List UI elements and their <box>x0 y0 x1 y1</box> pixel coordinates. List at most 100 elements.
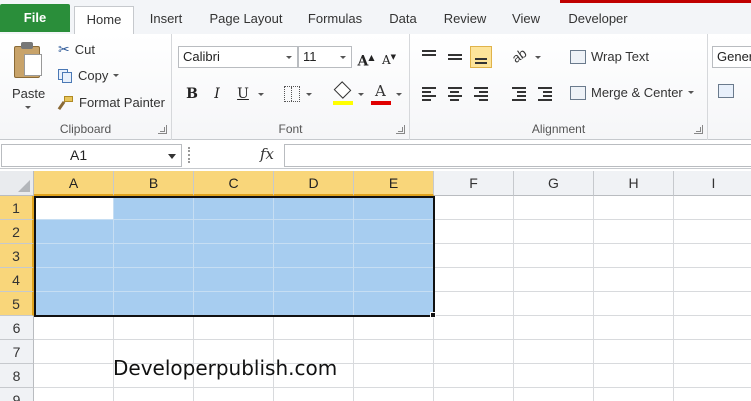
cell-g6[interactable] <box>514 316 594 340</box>
cell-f5[interactable] <box>434 292 514 316</box>
cell-c6[interactable] <box>194 316 274 340</box>
column-header-a[interactable]: A <box>34 171 114 196</box>
cell-f3[interactable] <box>434 244 514 268</box>
cell-h6[interactable] <box>594 316 674 340</box>
font-size-select[interactable]: 11 <box>298 46 352 68</box>
cell-g8[interactable] <box>514 364 594 388</box>
clipboard-dialog-launcher-icon[interactable] <box>158 125 167 134</box>
cell-f1[interactable] <box>434 196 514 220</box>
column-header-b[interactable]: B <box>114 171 194 196</box>
cell-f7[interactable] <box>434 340 514 364</box>
cell-d9[interactable] <box>274 388 354 401</box>
cell-h5[interactable] <box>594 292 674 316</box>
row-header-7[interactable]: 7 <box>0 340 34 364</box>
row-header-1[interactable]: 1 <box>0 196 34 220</box>
tab-view[interactable]: View <box>504 6 548 35</box>
cell-e3[interactable] <box>354 244 434 268</box>
cell-a5[interactable] <box>34 292 114 316</box>
accounting-format-button[interactable] <box>718 84 734 98</box>
format-painter-button[interactable]: Format Painter <box>57 95 165 110</box>
cell-e7[interactable] <box>354 340 434 364</box>
cell-b1[interactable] <box>114 196 194 220</box>
italic-button[interactable]: I <box>206 83 228 105</box>
row-header-4[interactable]: 4 <box>0 268 34 292</box>
cell-i3[interactable] <box>674 244 751 268</box>
cell-f9[interactable] <box>434 388 514 401</box>
cell-a7[interactable] <box>34 340 114 364</box>
cell-i9[interactable] <box>674 388 751 401</box>
bottom-align-button[interactable] <box>470 46 492 68</box>
cell-b2[interactable] <box>114 220 194 244</box>
tab-home[interactable]: Home <box>74 6 134 36</box>
row-header-9[interactable]: 9 <box>0 388 34 401</box>
shrink-font-button[interactable]: A▼ <box>378 46 400 68</box>
cell-g3[interactable] <box>514 244 594 268</box>
cell-f2[interactable] <box>434 220 514 244</box>
cell-c4[interactable] <box>194 268 274 292</box>
font-dialog-launcher-icon[interactable] <box>396 125 405 134</box>
cell-d6[interactable] <box>274 316 354 340</box>
tab-page-layout[interactable]: Page Layout <box>202 6 290 35</box>
tab-developer[interactable]: Developer <box>558 6 638 35</box>
tab-review[interactable]: Review <box>436 6 494 35</box>
cell-e5[interactable] <box>354 292 434 316</box>
select-all-button[interactable] <box>0 171 34 196</box>
formula-input[interactable] <box>284 144 751 167</box>
fill-handle[interactable] <box>430 312 436 318</box>
cell-d5[interactable] <box>274 292 354 316</box>
borders-dropdown-icon[interactable] <box>306 93 312 96</box>
cell-d4[interactable] <box>274 268 354 292</box>
column-header-d[interactable]: D <box>274 171 354 196</box>
cell-i6[interactable] <box>674 316 751 340</box>
resize-grip-icon[interactable] <box>188 147 200 163</box>
cell-e1[interactable] <box>354 196 434 220</box>
wrap-text-button[interactable]: Wrap Text <box>570 49 649 64</box>
cell-g4[interactable] <box>514 268 594 292</box>
column-header-f[interactable]: F <box>434 171 514 196</box>
cell-i1[interactable] <box>674 196 751 220</box>
number-format-select[interactable]: General <box>712 46 751 68</box>
cell-g1[interactable] <box>514 196 594 220</box>
align-left-button[interactable] <box>418 82 440 104</box>
decrease-indent-button[interactable] <box>508 82 530 104</box>
cell-h3[interactable] <box>594 244 674 268</box>
column-header-h[interactable]: H <box>594 171 674 196</box>
font-color-dropdown-icon[interactable] <box>396 93 402 96</box>
cell-a9[interactable] <box>34 388 114 401</box>
cell-h1[interactable] <box>594 196 674 220</box>
column-header-i[interactable]: I <box>674 171 751 196</box>
merge-center-button[interactable]: Merge & Center <box>570 85 694 100</box>
cell-e2[interactable] <box>354 220 434 244</box>
cell-c9[interactable] <box>194 388 274 401</box>
row-header-5[interactable]: 5 <box>0 292 34 316</box>
cell-g9[interactable] <box>514 388 594 401</box>
cut-button[interactable]: ✂ Cut <box>58 41 95 58</box>
column-header-e[interactable]: E <box>354 171 434 196</box>
increase-indent-button[interactable] <box>534 82 556 104</box>
fill-color-button[interactable] <box>332 81 354 108</box>
cell-h4[interactable] <box>594 268 674 292</box>
cell-a1[interactable] <box>34 196 114 220</box>
cell-h2[interactable] <box>594 220 674 244</box>
cell-f6[interactable] <box>434 316 514 340</box>
name-box[interactable]: A1 <box>1 144 182 167</box>
cell-f8[interactable] <box>434 364 514 388</box>
cell-f4[interactable] <box>434 268 514 292</box>
borders-button[interactable] <box>284 86 300 102</box>
cell-d1[interactable] <box>274 196 354 220</box>
cell-g7[interactable] <box>514 340 594 364</box>
cell-b3[interactable] <box>114 244 194 268</box>
paste-button[interactable]: Paste <box>4 38 52 118</box>
fill-color-dropdown-icon[interactable] <box>358 93 364 96</box>
column-header-c[interactable]: C <box>194 171 274 196</box>
cell-i2[interactable] <box>674 220 751 244</box>
cell-i8[interactable] <box>674 364 751 388</box>
top-align-button[interactable] <box>418 46 440 68</box>
cell-i5[interactable] <box>674 292 751 316</box>
cell-a4[interactable] <box>34 268 114 292</box>
cell-b6[interactable] <box>114 316 194 340</box>
cell-g2[interactable] <box>514 220 594 244</box>
align-center-button[interactable] <box>444 82 466 104</box>
font-color-button[interactable]: A <box>370 82 392 108</box>
row-header-8[interactable]: 8 <box>0 364 34 388</box>
